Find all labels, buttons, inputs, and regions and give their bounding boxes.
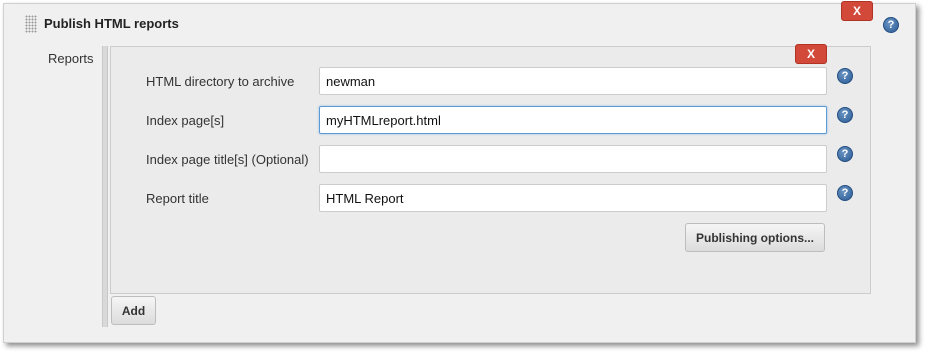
html-directory-input[interactable] [319,67,827,95]
delete-report-button[interactable]: X [795,44,827,64]
reports-repeat-bar [102,46,108,327]
index-pages-input[interactable] [319,106,827,134]
drag-handle-icon[interactable] [25,15,37,33]
reports-label: Reports [48,51,94,66]
publishing-options-button[interactable]: Publishing options... [685,223,825,252]
delete-step-button[interactable]: X [841,1,873,21]
index-pages-help-icon[interactable]: ? [837,107,853,123]
index-page-titles-label: Index page title[s] (Optional) [146,152,309,167]
report-title-input[interactable] [319,184,827,212]
index-page-titles-input[interactable] [319,145,827,173]
index-page-titles-help-icon[interactable]: ? [837,146,853,162]
html-directory-help-icon[interactable]: ? [837,68,853,84]
report-title-help-icon[interactable]: ? [837,185,853,201]
index-pages-label: Index page[s] [146,113,225,128]
section-help-icon[interactable]: ? [883,17,899,33]
report-title-label: Report title [146,191,209,206]
html-directory-label: HTML directory to archive [146,74,295,89]
add-report-button[interactable]: Add [111,296,156,325]
section-title: Publish HTML reports [44,16,179,31]
